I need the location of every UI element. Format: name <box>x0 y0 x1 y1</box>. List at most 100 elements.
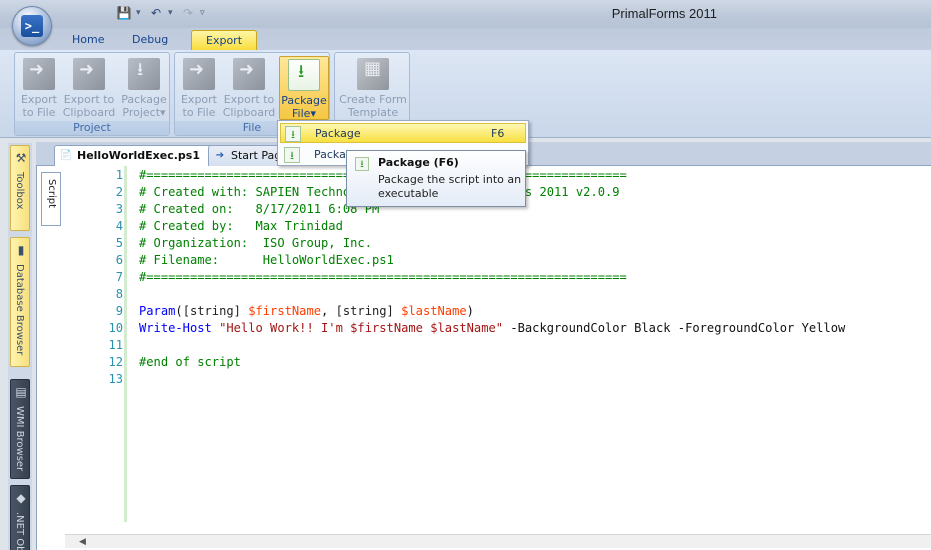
tab-debug[interactable]: Debug <box>118 30 182 50</box>
string-token: "Hello Work!! I'm $firstName $lastName" <box>219 321 504 335</box>
tooltip-title: Package (F6) <box>378 156 459 169</box>
script-editor[interactable]: Script 1 #===============================… <box>36 166 931 550</box>
code-line: 8 <box>65 286 931 303</box>
code-text: # Filename: HelloWorldExec.ps1 <box>139 253 394 267</box>
button-label: Template <box>347 106 399 119</box>
code-text: # Created on: 8/17/2011 6:08 PM <box>139 202 380 216</box>
line-number: 6 <box>115 253 123 267</box>
app-menu-glyph: >_ <box>21 15 43 37</box>
project-export-to-file-button[interactable]: Export to File <box>19 56 59 120</box>
button-label: Project▾ <box>122 106 166 119</box>
export-clipboard-icon <box>73 58 105 90</box>
ribbon-tabs: Home Debug Export <box>0 28 931 50</box>
code-text: # Organization: ISO Group, Inc. <box>139 236 372 250</box>
code-line: 13 <box>65 371 931 388</box>
export-clipboard-icon <box>233 58 265 90</box>
keyword-token: Param <box>139 304 176 318</box>
powershell-orb-icon[interactable]: >_ <box>12 6 52 46</box>
group-project: Export to File Export to Clipboard Packa… <box>14 52 170 136</box>
code-text: Write-Host "Hello Work!! I'm $firstName … <box>139 320 845 337</box>
parameters-token: -BackgroundColor Black -ForegroundColor … <box>503 321 846 335</box>
button-label: Package <box>281 94 327 107</box>
line-number: 4 <box>115 219 123 233</box>
script-file-icon: 📄 <box>59 150 73 161</box>
line-number: 12 <box>108 355 123 369</box>
line-number: 3 <box>115 202 123 216</box>
customize-qat-icon[interactable]: ▿ <box>200 8 208 18</box>
database-icon: ▮ <box>17 243 25 257</box>
cmdlet-token: Write-Host <box>139 321 212 335</box>
side-tab-label: WMI Browser <box>14 406 25 472</box>
side-tab-label: Toolbox <box>14 172 25 210</box>
line-number: 9 <box>115 304 123 318</box>
code-text: #=======================================… <box>139 270 627 284</box>
project-export-clipboard-button[interactable]: Export to Clipboard <box>61 56 117 120</box>
start-page-icon: ➔ <box>215 150 225 161</box>
type-token: [string] <box>335 304 394 318</box>
code-line: 6 # Filename: HelloWorldExec.ps1 <box>65 252 931 269</box>
code-text: Param([string] $firstName, [string] $las… <box>139 303 474 320</box>
package-tooltip: ⭳ Package (F6) Package the script into a… <box>346 150 526 207</box>
side-tab-database-browser[interactable]: ▮ Database Browser <box>10 237 30 367</box>
button-label: Create Form <box>339 93 407 106</box>
side-tab-toolbox[interactable]: ⚒ Toolbox <box>10 145 30 231</box>
redo-icon[interactable]: ↷ <box>178 4 198 22</box>
button-label: Package <box>121 93 167 106</box>
button-label: Clipboard <box>222 106 276 119</box>
form-template-icon <box>357 58 389 90</box>
window-title: PrimalForms 2011 <box>611 6 717 21</box>
package-project-button[interactable]: Package Project▾ <box>119 56 169 120</box>
line-number: 13 <box>108 372 123 386</box>
button-label: to File <box>182 106 216 119</box>
paren-token: ) <box>466 304 474 318</box>
side-tab-dotnet-browser[interactable]: ◆ .NET Ob <box>10 485 30 550</box>
comma-token: , <box>321 304 336 318</box>
horizontal-scrollbar[interactable]: ◀ <box>65 534 931 548</box>
code-line: 5 # Organization: ISO Group, Inc. <box>65 235 931 252</box>
export-file-icon <box>23 58 55 90</box>
code-line: 11 <box>65 337 931 354</box>
line-number: 5 <box>115 236 123 250</box>
button-label: Export to <box>63 93 115 106</box>
title-bar: 💾 ▾ ↶ ▾ ↷ ▿ PrimalForms 2011 <box>0 0 931 28</box>
file-export-to-file-button[interactable]: Export to File <box>179 56 219 120</box>
code-line: 12 #end of script <box>65 354 931 371</box>
menu-item-package[interactable]: ⭳ Package F6 <box>280 123 526 143</box>
code-text: # Created by: Max Trinidad <box>139 219 343 233</box>
tab-script-view[interactable]: Script <box>41 172 61 226</box>
scroll-left-icon[interactable]: ◀ <box>79 535 86 549</box>
undo-dropdown-icon[interactable]: ▾ <box>168 8 176 18</box>
dotnet-icon: ◆ <box>16 491 26 505</box>
save-dropdown-icon[interactable]: ▾ <box>136 8 144 18</box>
tooltip-body: Package the script into an executable <box>378 173 522 200</box>
group-label: Project <box>15 121 169 135</box>
create-form-template-button[interactable]: Create Form Template <box>339 56 407 120</box>
package-icon: ⭳ <box>355 157 369 171</box>
wmi-icon: ▤ <box>15 385 27 399</box>
code-line: 10 Write-Host "Hello Work!! I'm $firstNam… <box>65 320 931 337</box>
button-label: to File <box>22 106 56 119</box>
code-line: 9 Param([string] $firstName, [string] $la… <box>65 303 931 320</box>
button-label: File▾ <box>292 107 316 120</box>
side-tab-wmi-browser[interactable]: ▤ WMI Browser <box>10 379 30 479</box>
line-number: 8 <box>115 287 123 301</box>
save-icon[interactable]: 💾 <box>114 4 134 22</box>
type-token: [string] <box>182 304 241 318</box>
code-text: #end of script <box>139 355 241 369</box>
toolbox-icon: ⚒ <box>15 151 27 165</box>
tab-home[interactable]: Home <box>58 30 118 50</box>
variable-token: $firstName <box>248 304 322 318</box>
line-number: 7 <box>115 270 123 284</box>
undo-icon[interactable]: ↶ <box>146 4 166 22</box>
file-export-clipboard-button[interactable]: Export to Clipboard <box>221 56 277 120</box>
code-line: 4 # Created by: Max Trinidad <box>65 218 931 235</box>
button-label: Export <box>180 93 217 106</box>
tab-export[interactable]: Export <box>191 30 258 50</box>
package-file-button[interactable]: Package File▾ <box>279 56 329 120</box>
tab-helloworldexec[interactable]: 📄 HelloWorldExec.ps1 × <box>54 145 227 166</box>
paren-token: ( <box>175 304 183 318</box>
package-icon <box>128 58 160 90</box>
button-label: Export to <box>223 93 275 106</box>
package-add-icon: ⭳ <box>284 147 300 163</box>
side-tab-label: Database Browser <box>14 264 25 356</box>
